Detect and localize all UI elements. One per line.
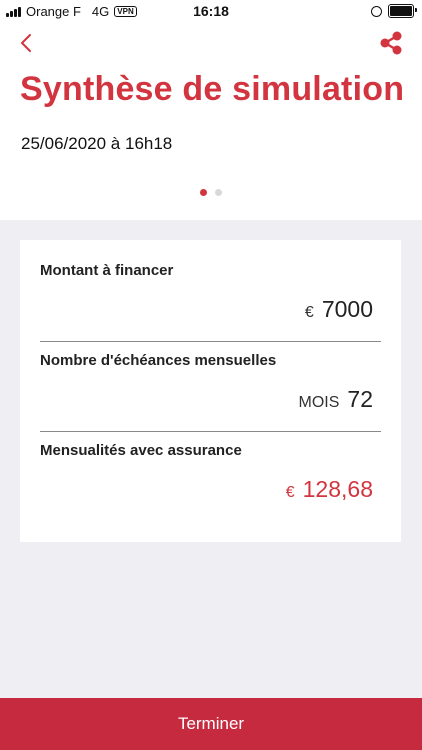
monthly-row: Mensualités avec assurance € 128,68 xyxy=(40,442,381,502)
amount-number: 7000 xyxy=(321,296,373,322)
share-button[interactable] xyxy=(378,30,404,56)
chevron-left-icon xyxy=(21,34,31,52)
divider xyxy=(40,341,381,342)
monthly-label: Mensualités avec assurance xyxy=(40,442,242,459)
finish-button-label: Terminer xyxy=(177,714,245,733)
page-title: Synthèse de simulation xyxy=(20,70,405,108)
installments-row: Nombre d'échéances mensuelles MOIS 72 xyxy=(40,352,381,412)
monthly-unit: € xyxy=(285,484,295,501)
status-bar: Orange F 4G VPN 16:18 xyxy=(0,0,422,22)
page-indicator[interactable] xyxy=(0,189,422,196)
installments-label: Nombre d'échéances mensuelles xyxy=(40,352,277,369)
installments-value: MOIS 72 xyxy=(299,386,373,413)
orientation-lock-icon xyxy=(371,5,382,17)
page-dot-2[interactable] xyxy=(215,189,222,196)
amount-label: Montant à financer xyxy=(40,262,174,279)
monthly-value: € 128,68 xyxy=(286,476,373,503)
monthly-number: 128,68 xyxy=(302,476,373,502)
page-dot-1[interactable] xyxy=(200,189,207,196)
amount-value: € 7000 xyxy=(305,296,373,323)
back-button[interactable] xyxy=(16,32,38,54)
battery-icon xyxy=(388,4,417,18)
amount-unit: € xyxy=(304,304,314,321)
divider xyxy=(40,431,381,432)
header-panel xyxy=(0,0,422,220)
installments-unit: MOIS xyxy=(298,394,340,411)
finish-button[interactable]: Terminer xyxy=(0,698,422,750)
summary-card: Montant à financer € 7000 Nombre d'échéa… xyxy=(20,240,401,542)
share-icon xyxy=(380,31,402,55)
amount-row: Montant à financer € 7000 xyxy=(40,262,381,322)
simulation-date: 25/06/2020 à 16h18 xyxy=(21,134,173,153)
status-right xyxy=(371,4,417,18)
installments-number: 72 xyxy=(347,386,373,412)
status-time: 16:18 xyxy=(193,3,229,19)
